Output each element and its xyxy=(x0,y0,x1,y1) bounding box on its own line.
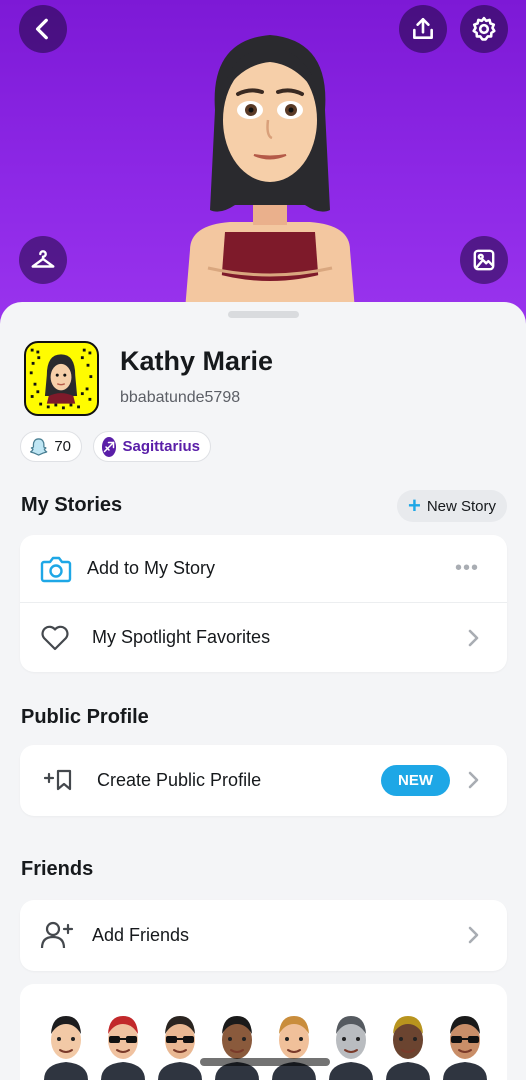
friend-avatar[interactable] xyxy=(325,1004,377,1080)
profile-sheet: Kathy Marie bbabatunde5798 70 Sagittariu… xyxy=(0,302,526,1080)
friend-avatar[interactable] xyxy=(268,1004,320,1080)
zodiac-chip[interactable]: Sagittarius xyxy=(93,431,211,462)
create-public-profile-row[interactable]: Create Public Profile NEW xyxy=(20,745,507,816)
plus-icon: + xyxy=(407,493,421,518)
friend-avatar[interactable] xyxy=(382,1004,434,1080)
chevron-left-icon xyxy=(35,18,48,40)
outfit-button[interactable] xyxy=(19,236,67,284)
friends-heading: Friends xyxy=(21,858,94,880)
back-button[interactable] xyxy=(19,5,67,53)
new-badge: NEW xyxy=(381,765,450,796)
chevron-right-icon xyxy=(468,629,479,647)
my-stories-card: Add to My Story ••• My Spotlight Favorit… xyxy=(20,535,507,672)
share-icon xyxy=(413,17,433,39)
bitmoji-avatar[interactable] xyxy=(170,10,370,310)
display-name: Kathy Marie xyxy=(120,346,274,376)
spotlight-favorites-label: My Spotlight Favorites xyxy=(92,627,271,647)
snap-score-chip[interactable]: 70 xyxy=(20,431,82,462)
friend-avatar[interactable] xyxy=(97,1004,149,1080)
ghost-icon xyxy=(29,437,48,456)
new-story-button[interactable]: + New Story xyxy=(397,490,507,522)
friend-avatar[interactable] xyxy=(211,1004,263,1080)
friends-card: Add Friends xyxy=(20,900,507,971)
bookmark-plus-icon xyxy=(44,769,72,791)
new-story-label: New Story xyxy=(426,497,497,515)
create-public-profile-label: Create Public Profile xyxy=(97,770,262,790)
friend-avatar[interactable] xyxy=(40,1004,92,1080)
add-friends-label: Add Friends xyxy=(92,925,190,945)
home-indicator xyxy=(200,1058,330,1066)
add-friends-row[interactable]: Add Friends xyxy=(20,900,507,971)
friend-avatar[interactable] xyxy=(154,1004,206,1080)
zodiac-label: Sagittarius xyxy=(122,438,200,455)
public-profile-heading: Public Profile xyxy=(21,706,149,728)
add-to-my-story-label: Add to My Story xyxy=(87,558,216,578)
add-to-my-story-row[interactable]: Add to My Story ••• xyxy=(20,535,507,602)
more-options-icon[interactable]: ••• xyxy=(455,557,479,580)
spotlight-favorites-row[interactable]: My Spotlight Favorites xyxy=(20,603,507,672)
hanger-icon xyxy=(31,250,55,268)
username: bbabatunde5798 xyxy=(120,389,241,406)
bitmoji-hero xyxy=(0,0,526,330)
photo-icon xyxy=(473,249,495,271)
snapcode[interactable] xyxy=(24,341,99,416)
my-stories-heading: My Stories xyxy=(21,494,123,516)
friend-avatar[interactable] xyxy=(439,1004,491,1080)
chevron-right-icon xyxy=(468,771,479,789)
gear-icon xyxy=(472,16,496,41)
snapcode-pattern-icon xyxy=(29,348,93,410)
drag-handle[interactable] xyxy=(228,311,299,318)
camera-icon xyxy=(40,556,72,583)
snap-score-value: 70 xyxy=(54,438,71,455)
share-button[interactable] xyxy=(399,5,447,53)
add-person-icon xyxy=(40,921,74,949)
chevron-right-icon xyxy=(468,926,479,944)
bitmoji-gallery-button[interactable] xyxy=(460,236,508,284)
settings-button[interactable] xyxy=(460,5,508,53)
public-profile-card: Create Public Profile NEW xyxy=(20,745,507,816)
heart-icon xyxy=(41,625,69,651)
sagittarius-icon xyxy=(102,436,117,457)
